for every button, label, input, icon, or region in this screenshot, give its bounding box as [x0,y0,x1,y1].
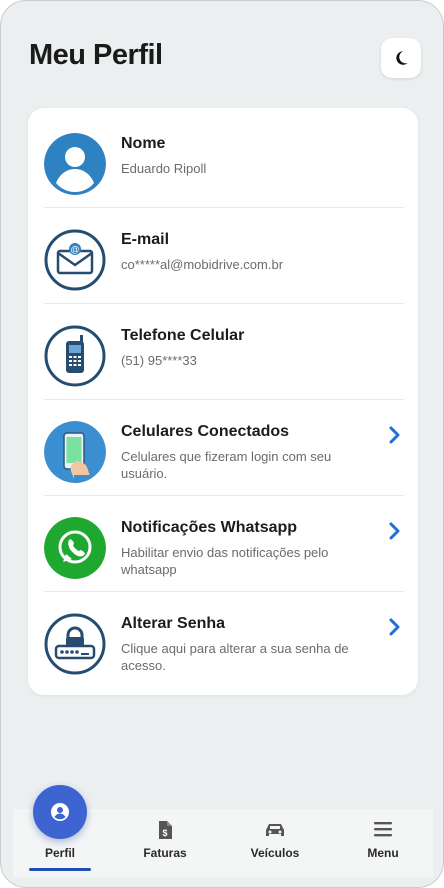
nav-label: Faturas [143,846,187,860]
theme-toggle-button[interactable] [381,38,421,78]
profile-item-title: Celulares Conectados [121,423,290,440]
profile-item-title: Notificações Whatsapp [121,519,298,536]
profile-item-subtitle: Eduardo Ripoll [121,161,207,176]
car-icon [266,824,284,836]
profile-item-email: @ E-mail co*****al@mobidrive.com.br [28,208,418,304]
nav-item-invoices[interactable]: $ Faturas [118,809,212,877]
profile-card: Nome Eduardo Ripoll @ E-mail co*****al@m… [28,108,418,695]
chevron-right-icon [389,522,400,540]
nav-item-profile[interactable]: Perfil [13,785,107,877]
profile-item-phone: Telefone Celular (51) 95****33 [28,304,418,400]
profile-item-subtitle: Habilitar envio das notificações pelo wh… [121,545,329,577]
smartphone-hand-icon [44,421,106,483]
profile-item-subtitle: Clique aqui para alterar a sua senha de … [121,641,349,673]
profile-item-title: E-mail [121,231,170,248]
nav-label: Perfil [44,846,75,860]
phone-screen: Meu Perfil Nome Eduardo Ripoll @ E-mail … [0,0,444,888]
invoice-icon: $ [159,821,172,839]
nav-item-menu[interactable]: Menu [336,809,430,877]
profile-fab[interactable] [33,785,87,839]
nav-item-vehicles[interactable]: Veículos [228,809,322,877]
user-icon [44,133,106,195]
svg-text:@: @ [70,245,79,255]
nav-label: Menu [367,846,399,860]
moon-icon [396,51,408,65]
menu-icon [374,822,392,837]
phone-icon [44,325,106,387]
page-title: Meu Perfil [29,39,163,71]
email-icon: @ [44,229,106,291]
profile-item-subtitle: Celulares que fizeram login com seu usuá… [121,449,332,481]
password-lock-icon [44,613,106,675]
nav-label: Veículos [250,846,300,860]
profile-icon [51,803,69,821]
profile-item-subtitle: co*****al@mobidrive.com.br [121,257,284,272]
profile-item-connected-phones[interactable]: Celulares Conectados Celulares que fizer… [28,400,418,496]
profile-item-title: Nome [121,135,166,152]
profile-item-title: Alterar Senha [121,615,226,632]
profile-item-subtitle: (51) 95****33 [121,353,197,368]
chevron-right-icon [389,618,400,636]
bottom-nav: Perfil $ Faturas Veículos Menu [13,785,433,877]
profile-item-title: Telefone Celular [121,327,245,344]
chevron-right-icon [389,426,400,444]
profile-item-change-password[interactable]: Alterar Senha Clique aqui para alterar a… [28,592,418,688]
whatsapp-icon [44,517,106,579]
profile-item-name: Nome Eduardo Ripoll [28,112,418,208]
profile-item-whatsapp[interactable]: Notificações Whatsapp Habilitar envio da… [28,496,418,592]
active-indicator [29,868,91,871]
svg-text:$: $ [162,828,167,838]
